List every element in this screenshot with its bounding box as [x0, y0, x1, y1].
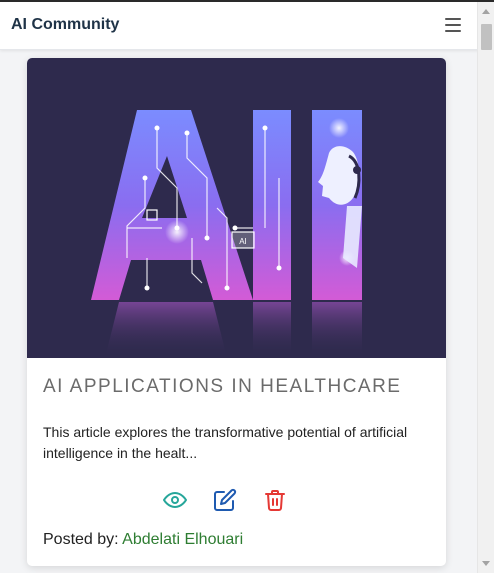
edit-button[interactable]	[213, 488, 237, 512]
navbar: AI Community	[0, 2, 494, 50]
scroll-down-arrow-icon[interactable]	[482, 561, 490, 566]
view-button[interactable]	[163, 488, 187, 512]
author-name[interactable]: Abdelati Elhouari	[122, 531, 243, 548]
posted-by-label: Posted by:	[43, 531, 119, 548]
article-title[interactable]: AI APPLICATIONS IN HEALTHCARE	[43, 375, 433, 398]
brand-title[interactable]: AI Community	[11, 16, 119, 34]
image-chip-text: AI	[239, 237, 247, 246]
scroll-thumb[interactable]	[481, 24, 492, 50]
vertical-scrollbar[interactable]	[477, 2, 494, 573]
article-card: AI AI APPLICATIONS IN HEALTHCARE This ar…	[27, 58, 446, 566]
hamburger-menu-icon[interactable]	[445, 18, 461, 32]
posted-by: Posted by: Abdelati Elhouari	[43, 531, 243, 549]
delete-button[interactable]	[263, 488, 287, 512]
eye-icon	[163, 492, 187, 508]
trash-icon	[265, 490, 285, 511]
scroll-up-arrow-icon[interactable]	[482, 9, 490, 14]
article-actions	[27, 488, 446, 514]
article-excerpt: This article explores the transformative…	[43, 424, 408, 461]
article-image: AI	[27, 58, 446, 358]
edit-icon	[214, 488, 237, 511]
